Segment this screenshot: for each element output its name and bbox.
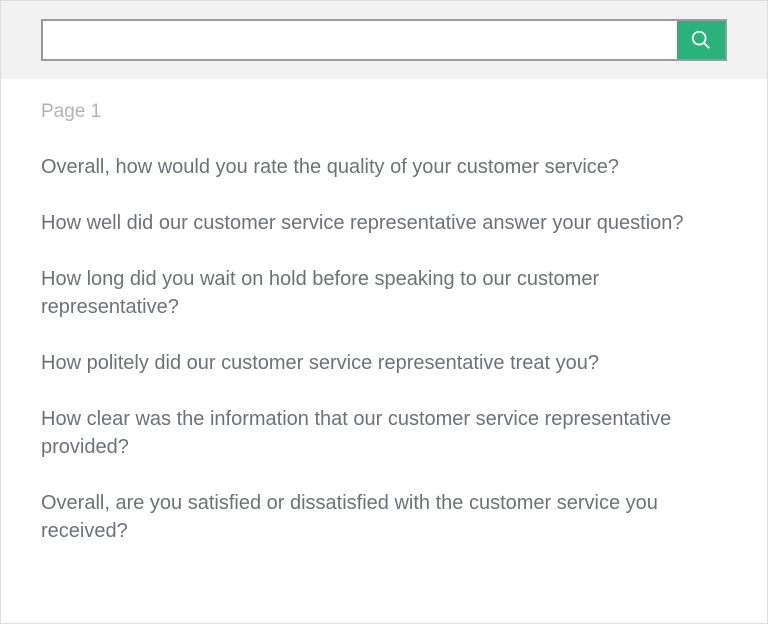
page-label: Page 1 xyxy=(41,101,727,123)
question-item: Overall, are you satisfied or dissatisfi… xyxy=(41,489,727,545)
search-bar-container xyxy=(1,1,767,79)
search-button[interactable] xyxy=(677,21,725,59)
search-input[interactable] xyxy=(43,21,677,59)
question-item: How clear was the information that our c… xyxy=(41,405,727,461)
search-bar xyxy=(41,19,727,61)
search-icon xyxy=(690,29,712,51)
question-item: How well did our customer service repres… xyxy=(41,209,727,237)
question-item: Overall, how would you rate the quality … xyxy=(41,153,727,181)
question-item: How politely did our customer service re… xyxy=(41,349,727,377)
question-item: How long did you wait on hold before spe… xyxy=(41,265,727,321)
content-area: Page 1 Overall, how would you rate the q… xyxy=(1,79,767,593)
